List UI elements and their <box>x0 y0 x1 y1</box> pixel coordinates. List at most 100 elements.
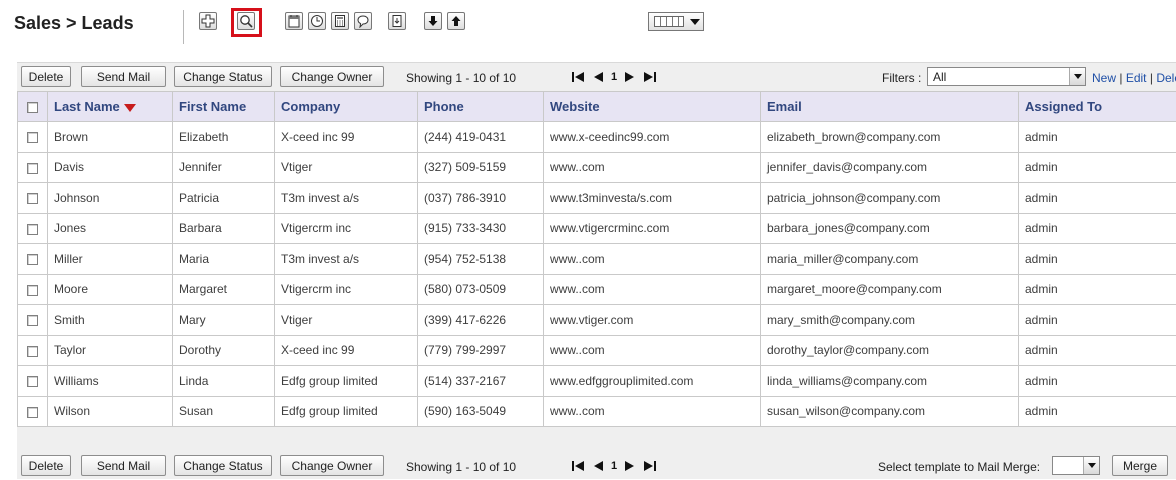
cell-first-name[interactable]: Linda <box>172 365 275 397</box>
cell-website[interactable]: www..com <box>543 395 761 427</box>
cell-phone: (779) 799-2997 <box>417 334 544 366</box>
delete-filter-link[interactable]: Delete <box>1156 71 1176 85</box>
cell-website[interactable]: www..com <box>543 273 761 305</box>
row-checkbox[interactable] <box>27 193 38 205</box>
filter-links: New | Edit | Delete <box>1092 71 1176 85</box>
cell-website[interactable]: www..com <box>543 334 761 366</box>
cell-company: X-ceed inc 99 <box>274 121 418 153</box>
next-page-icon[interactable] <box>622 70 638 84</box>
delete-button[interactable]: Delete <box>21 455 71 476</box>
cell-email[interactable]: maria_miller@company.com <box>760 243 1019 275</box>
cell-first-name[interactable]: Barbara <box>172 212 275 244</box>
cell-website[interactable]: www..com <box>543 243 761 275</box>
delete-button[interactable]: Delete <box>21 66 71 87</box>
cell-first-name[interactable]: Dorothy <box>172 334 275 366</box>
column-header-last-name[interactable]: Last Name <box>47 91 173 122</box>
calendar-icon[interactable] <box>285 12 303 30</box>
row-select-cell <box>17 212 48 244</box>
previous-page-icon[interactable] <box>590 70 606 84</box>
cell-last-name[interactable]: Miller <box>47 243 173 275</box>
cell-email[interactable]: margaret_moore@company.com <box>760 273 1019 305</box>
new-filter-link[interactable]: New <box>1092 71 1116 85</box>
cell-last-name[interactable]: Davis <box>47 151 173 183</box>
first-page-icon[interactable] <box>570 70 586 84</box>
search-icon[interactable] <box>237 12 255 30</box>
cell-email[interactable]: mary_smith@company.com <box>760 304 1019 336</box>
calculator-icon[interactable] <box>331 12 349 30</box>
cell-first-name[interactable]: Patricia <box>172 182 275 214</box>
row-checkbox[interactable] <box>27 376 38 388</box>
column-view-icon[interactable] <box>648 12 704 31</box>
row-checkbox[interactable] <box>27 406 38 418</box>
merge-button[interactable]: Merge <box>1112 455 1168 476</box>
cell-first-name[interactable]: Mary <box>172 304 275 336</box>
record-count: Showing 1 - 10 of 10 <box>406 460 517 474</box>
export-up-icon[interactable] <box>447 12 465 30</box>
send-mail-button[interactable]: Send Mail <box>81 66 166 87</box>
row-checkbox[interactable] <box>27 132 38 144</box>
cell-first-name[interactable]: Margaret <box>172 273 275 305</box>
change-status-button[interactable]: Change Status <box>174 66 272 87</box>
previous-page-icon[interactable] <box>590 459 606 473</box>
cell-first-name[interactable]: Maria <box>172 243 275 275</box>
cell-website[interactable]: www.t3minvesta/s.com <box>543 182 761 214</box>
cell-email[interactable]: linda_williams@company.com <box>760 365 1019 397</box>
cell-last-name[interactable]: Taylor <box>47 334 173 366</box>
cell-last-name[interactable]: Smith <box>47 304 173 336</box>
cell-first-name[interactable]: Jennifer <box>172 151 275 183</box>
edit-filter-link[interactable]: Edit <box>1126 71 1147 85</box>
first-page-icon[interactable] <box>570 459 586 473</box>
filter-select[interactable]: All <box>927 67 1086 86</box>
cell-website[interactable]: www.vtigercrminc.com <box>543 212 761 244</box>
mail-merge-template-select[interactable] <box>1052 456 1100 475</box>
cell-email[interactable]: barbara_jones@company.com <box>760 212 1019 244</box>
send-mail-button[interactable]: Send Mail <box>81 455 166 476</box>
cell-email[interactable]: dorothy_taylor@company.com <box>760 334 1019 366</box>
export-down-icon[interactable] <box>424 12 442 30</box>
cell-first-name[interactable]: Elizabeth <box>172 121 275 153</box>
row-checkbox[interactable] <box>27 284 38 296</box>
cell-last-name[interactable]: Johnson <box>47 182 173 214</box>
row-checkbox[interactable] <box>27 345 38 357</box>
cell-last-name[interactable]: Jones <box>47 212 173 244</box>
cell-email[interactable]: susan_wilson@company.com <box>760 395 1019 427</box>
row-checkbox[interactable] <box>27 315 38 327</box>
clock-icon[interactable] <box>308 12 326 30</box>
cell-last-name[interactable]: Wilson <box>47 395 173 427</box>
cell-assigned-to: admin <box>1018 121 1176 153</box>
column-header-email[interactable]: Email <box>760 91 1019 122</box>
top-toolbar: Sales > Leads <box>0 0 1176 50</box>
cell-email[interactable]: jennifer_davis@company.com <box>760 151 1019 183</box>
cell-last-name[interactable]: Williams <box>47 365 173 397</box>
link-separator: | <box>1149 71 1153 85</box>
cell-last-name[interactable]: Brown <box>47 121 173 153</box>
column-header-website[interactable]: Website <box>543 91 761 122</box>
cell-first-name[interactable]: Susan <box>172 395 275 427</box>
cell-website[interactable]: www.vtiger.com <box>543 304 761 336</box>
change-status-button[interactable]: Change Status <box>174 455 272 476</box>
cell-website[interactable]: www.edfggrouplimited.com <box>543 365 761 397</box>
cell-website[interactable]: www.x-ceedinc99.com <box>543 121 761 153</box>
last-page-icon[interactable] <box>642 459 658 473</box>
select-all-checkbox[interactable] <box>27 102 38 114</box>
column-header-first-name[interactable]: First Name <box>172 91 275 122</box>
change-owner-button[interactable]: Change Owner <box>280 455 384 476</box>
cell-email[interactable]: patricia_johnson@company.com <box>760 182 1019 214</box>
column-header-assigned-to[interactable]: Assigned To <box>1018 91 1176 122</box>
cell-last-name[interactable]: Moore <box>47 273 173 305</box>
row-checkbox[interactable] <box>27 254 38 266</box>
row-checkbox[interactable] <box>27 162 38 174</box>
column-header-phone[interactable]: Phone <box>417 91 544 122</box>
next-page-icon[interactable] <box>622 459 638 473</box>
cell-email[interactable]: elizabeth_brown@company.com <box>760 121 1019 153</box>
current-page: 1 <box>611 460 618 472</box>
import-icon[interactable] <box>388 12 406 30</box>
column-header-company[interactable]: Company <box>274 91 418 122</box>
table-row: Brown Elizabeth X-ceed inc 99 (244) 419-… <box>17 121 1176 153</box>
chat-icon[interactable] <box>354 12 372 30</box>
cell-website[interactable]: www..com <box>543 151 761 183</box>
add-icon[interactable] <box>199 12 217 30</box>
last-page-icon[interactable] <box>642 70 658 84</box>
row-checkbox[interactable] <box>27 223 38 235</box>
change-owner-button[interactable]: Change Owner <box>280 66 384 87</box>
